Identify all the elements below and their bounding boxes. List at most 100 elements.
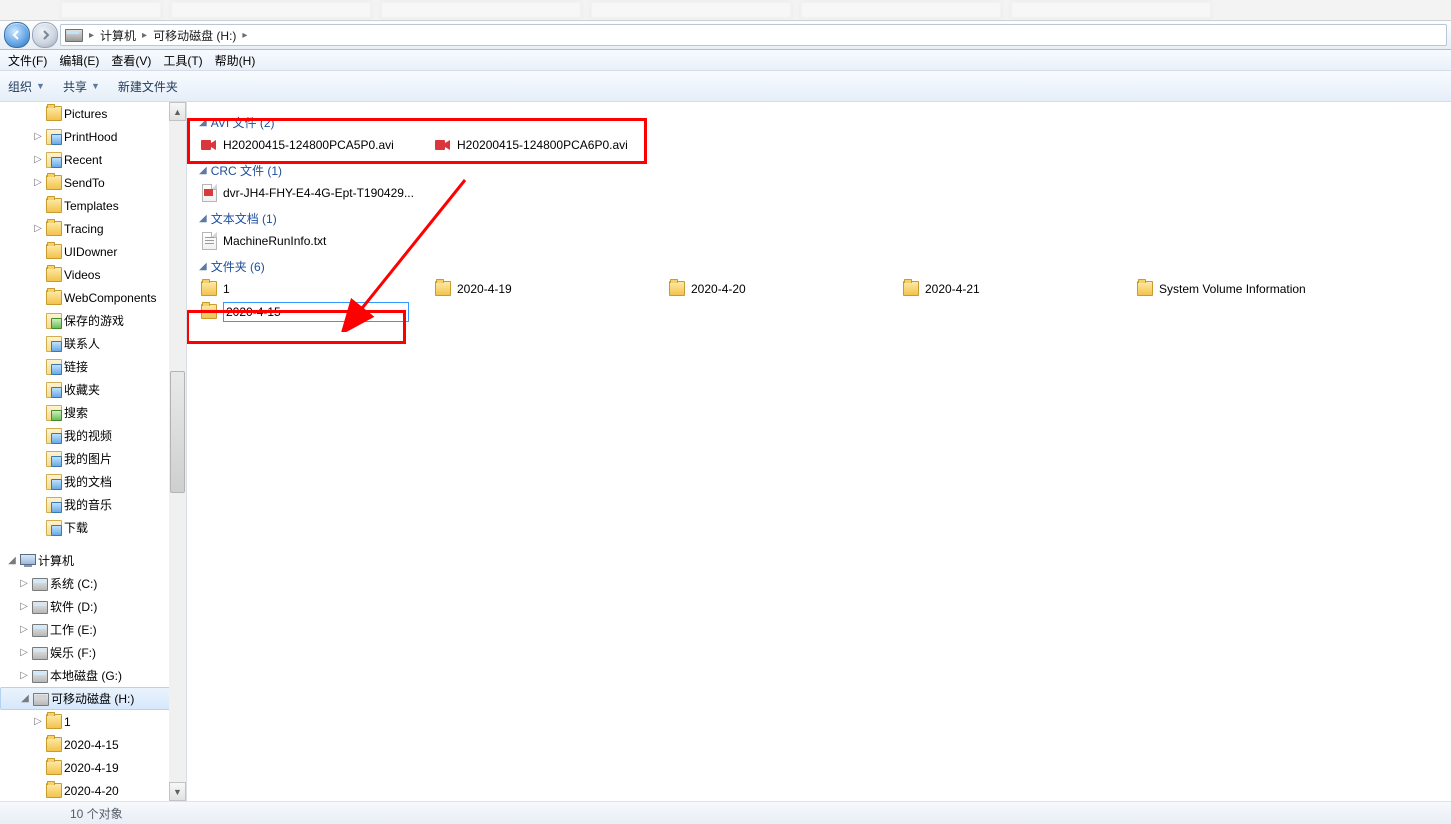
browser-tab[interactable] bbox=[380, 1, 582, 19]
tree-item-pictures[interactable]: Pictures bbox=[0, 102, 186, 125]
tree-item-folder-1[interactable]: ▷1 bbox=[0, 710, 186, 733]
file-name: dvr-JH4-FHY-E4-4G-Ept-T190429... bbox=[223, 186, 414, 200]
tree-separator bbox=[0, 539, 186, 549]
organize-button[interactable]: 组织▼ bbox=[8, 78, 45, 95]
tree-item-templates[interactable]: Templates bbox=[0, 194, 186, 217]
tree-item-drive-h[interactable]: ◢可移动磁盘 (H:) bbox=[0, 687, 184, 710]
tree-item-recent[interactable]: ▷Recent bbox=[0, 148, 186, 171]
forward-button[interactable] bbox=[32, 22, 58, 48]
folder-icon bbox=[1137, 281, 1153, 297]
tree-label: UIDowner bbox=[64, 245, 117, 259]
browser-tab[interactable] bbox=[60, 1, 162, 19]
folder-icon bbox=[903, 281, 919, 297]
tree-item-contacts[interactable]: 联系人 bbox=[0, 332, 186, 355]
tree-label: 系统 (C:) bbox=[50, 575, 97, 592]
chevron-down-icon: ▼ bbox=[36, 81, 45, 91]
tree-label: Videos bbox=[64, 268, 100, 282]
tree-item-drive-g[interactable]: ▷本地磁盘 (G:) bbox=[0, 664, 186, 687]
tree-label: 可移动磁盘 (H:) bbox=[51, 690, 134, 707]
tree-label: 本地磁盘 (G:) bbox=[50, 667, 122, 684]
file-item-txt1[interactable]: MachineRunInfo.txt bbox=[199, 229, 433, 252]
tree-item-drive-e[interactable]: ▷工作 (E:) bbox=[0, 618, 186, 641]
menu-help[interactable]: 帮助(H) bbox=[209, 52, 262, 69]
newfolder-label: 新建文件夹 bbox=[118, 78, 178, 95]
tree-item-tracing[interactable]: ▷Tracing bbox=[0, 217, 186, 240]
text-file-icon bbox=[201, 233, 217, 249]
folder-item-2020-4-20[interactable]: 2020-4-20 bbox=[667, 277, 901, 300]
tree-item-folder-2020-4-19[interactable]: 2020-4-19 bbox=[0, 756, 186, 779]
folder-item-2020-4-19[interactable]: 2020-4-19 bbox=[433, 277, 667, 300]
tree-item-myvideos[interactable]: 我的视频 bbox=[0, 424, 186, 447]
tree-item-drive-d[interactable]: ▷软件 (D:) bbox=[0, 595, 186, 618]
file-name: MachineRunInfo.txt bbox=[223, 234, 326, 248]
scroll-down-button[interactable]: ▼ bbox=[169, 782, 186, 801]
tree-label: 2020-4-20 bbox=[64, 784, 119, 798]
menu-view[interactable]: 查看(V) bbox=[105, 52, 157, 69]
tree-item-mymusic[interactable]: 我的音乐 bbox=[0, 493, 186, 516]
tree-item-searches[interactable]: 搜索 bbox=[0, 401, 186, 424]
tree-item-uidowner[interactable]: UIDowner bbox=[0, 240, 186, 263]
breadcrumb-drive[interactable]: 可移动磁盘 (H:) bbox=[153, 27, 236, 44]
tree-label: 1 bbox=[64, 715, 71, 729]
tree-item-videos[interactable]: Videos bbox=[0, 263, 186, 286]
file-item-avi1[interactable]: H20200415-124800PCA5P0.avi bbox=[199, 133, 433, 156]
group-header-avi[interactable]: ◢AVI 文件 (2) bbox=[199, 114, 1451, 131]
folder-item-svi[interactable]: System Volume Information bbox=[1135, 277, 1419, 300]
menu-tools[interactable]: 工具(T) bbox=[157, 52, 208, 69]
group-label: 文件夹 (6) bbox=[211, 258, 265, 275]
tree-label: Tracing bbox=[64, 222, 104, 236]
folder-rename-input[interactable] bbox=[223, 302, 409, 322]
tree-item-links[interactable]: 链接 bbox=[0, 355, 186, 378]
tree-label: 我的图片 bbox=[64, 450, 112, 467]
scroll-track[interactable] bbox=[169, 121, 186, 782]
tree-item-printhood[interactable]: ▷PrintHood bbox=[0, 125, 186, 148]
scroll-up-button[interactable]: ▲ bbox=[169, 102, 186, 121]
group-header-txt[interactable]: ◢文本文档 (1) bbox=[199, 210, 1451, 227]
tree-item-savedgames[interactable]: 保存的游戏 bbox=[0, 309, 186, 332]
menu-edit[interactable]: 编辑(E) bbox=[53, 52, 105, 69]
browser-tab[interactable] bbox=[800, 1, 1002, 19]
folder-item-1[interactable]: 1 bbox=[199, 277, 433, 300]
tree-label: 我的视频 bbox=[64, 427, 112, 444]
tree-item-mypictures[interactable]: 我的图片 bbox=[0, 447, 186, 470]
tree-label: 链接 bbox=[64, 358, 88, 375]
folder-item-2020-4-21[interactable]: 2020-4-21 bbox=[901, 277, 1135, 300]
folder-icon bbox=[435, 281, 451, 297]
browser-tab[interactable] bbox=[170, 1, 372, 19]
folder-name: 1 bbox=[223, 282, 230, 296]
file-item-crc1[interactable]: dvr-JH4-FHY-E4-4G-Ept-T190429... bbox=[199, 181, 433, 204]
tree-item-computer[interactable]: ◢计算机 bbox=[0, 549, 186, 572]
tree-item-drive-f[interactable]: ▷娱乐 (F:) bbox=[0, 641, 186, 664]
tree-label: 下载 bbox=[64, 519, 88, 536]
folder-item-rename[interactable] bbox=[199, 300, 433, 323]
tree-label: Pictures bbox=[64, 107, 107, 121]
browser-tab[interactable] bbox=[590, 1, 792, 19]
address-bar[interactable]: ▸ 计算机 ▸ 可移动磁盘 (H:) ▸ bbox=[60, 24, 1447, 46]
folder-icon bbox=[669, 281, 685, 297]
file-item-avi2[interactable]: H20200415-124800PCA6P0.avi bbox=[433, 133, 667, 156]
new-folder-button[interactable]: 新建文件夹 bbox=[118, 78, 178, 95]
back-button[interactable] bbox=[4, 22, 30, 48]
folder-name: 2020-4-19 bbox=[457, 282, 512, 296]
share-button[interactable]: 共享▼ bbox=[63, 78, 100, 95]
group-header-crc[interactable]: ◢CRC 文件 (1) bbox=[199, 162, 1451, 179]
menu-file[interactable]: 文件(F) bbox=[2, 52, 53, 69]
breadcrumb-computer[interactable]: 计算机 bbox=[100, 27, 136, 44]
collapse-icon: ◢ bbox=[199, 165, 207, 176]
tree-item-mydocs[interactable]: 我的文档 bbox=[0, 470, 186, 493]
tree-item-sendto[interactable]: ▷SendTo bbox=[0, 171, 186, 194]
command-bar: 组织▼ 共享▼ 新建文件夹 bbox=[0, 71, 1451, 102]
tree-item-folder-2020-4-20[interactable]: 2020-4-20 bbox=[0, 779, 186, 801]
tree-item-drive-c[interactable]: ▷系统 (C:) bbox=[0, 572, 186, 595]
browser-tab[interactable] bbox=[1010, 1, 1212, 19]
scroll-thumb[interactable] bbox=[170, 371, 185, 493]
tree-scrollbar[interactable]: ▲ ▼ bbox=[169, 102, 186, 801]
chevron-right-icon: ▸ bbox=[89, 30, 94, 41]
tree-item-downloads[interactable]: 下载 bbox=[0, 516, 186, 539]
tree-label: PrintHood bbox=[64, 130, 117, 144]
tree-item-webcomponents[interactable]: WebComponents bbox=[0, 286, 186, 309]
tree-item-folder-2020-4-15[interactable]: 2020-4-15 bbox=[0, 733, 186, 756]
group-header-folders[interactable]: ◢文件夹 (6) bbox=[199, 258, 1451, 275]
tree-item-favorites[interactable]: 收藏夹 bbox=[0, 378, 186, 401]
tree-label: 我的音乐 bbox=[64, 496, 112, 513]
